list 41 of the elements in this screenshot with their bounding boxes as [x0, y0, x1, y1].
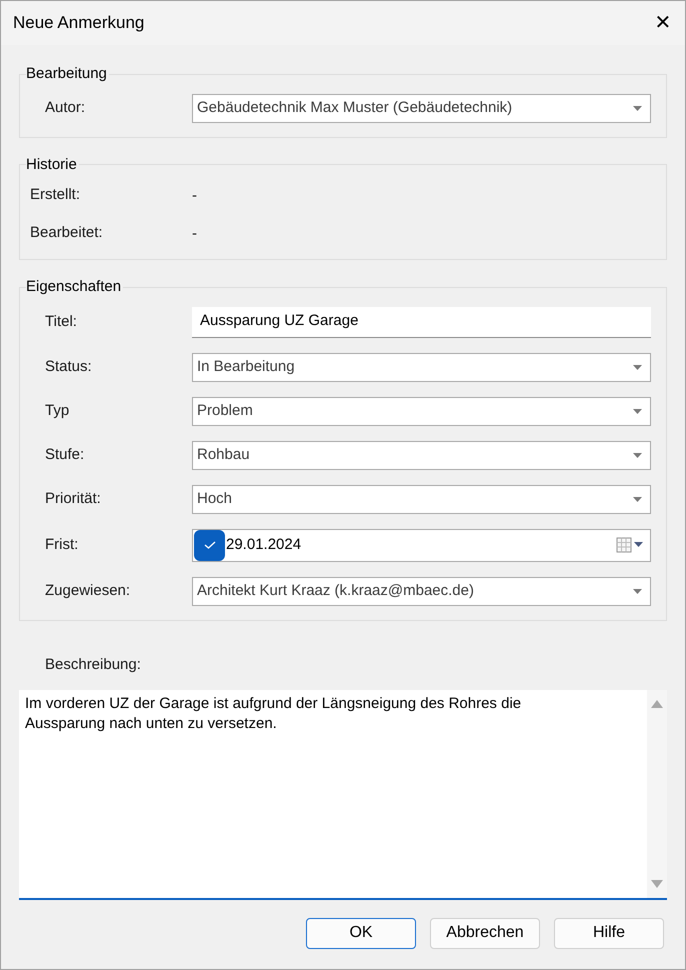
dropdown-caret-icon	[633, 364, 642, 370]
date-picker[interactable]: 29.01.2024	[192, 528, 651, 562]
dropdown-caret-icon	[633, 496, 642, 502]
window-title: Neue Anmerkung	[13, 12, 144, 34]
field-label: Titel:	[45, 312, 78, 332]
field-label: Frist:	[45, 534, 80, 555]
field-label: Status:	[45, 356, 93, 377]
scroll-up-icon[interactable]	[651, 700, 663, 708]
description-text: Aussparung nach unten zu versetzen.	[25, 714, 277, 734]
description-textarea[interactable]: Im vorderen UZ der Garage ist aufgrund der Längsneigung des Rohres die Aussparung nach unten zu versetzen.	[19, 690, 667, 900]
field-label: Stufe:	[45, 444, 86, 465]
dialog-button[interactable]: Abbrechen	[430, 918, 540, 948]
dropdown-caret-icon	[633, 588, 642, 594]
field-value: -	[192, 224, 197, 244]
dropdown-caret-icon	[633, 106, 642, 110]
dialog-button[interactable]: OK	[306, 918, 416, 948]
field-label: Autor:	[45, 98, 86, 118]
scroll-down-icon[interactable]	[651, 880, 663, 888]
title-input[interactable]: Aussparung UZ Garage	[192, 306, 651, 338]
description-label: Beschreibung:	[45, 654, 142, 674]
field-label: Typ	[45, 400, 70, 421]
dropdown-caret-icon	[633, 408, 642, 414]
dropdown[interactable]: In Bearbeitung	[192, 352, 651, 382]
dropdown[interactable]: Problem	[192, 396, 651, 426]
field-value: -	[192, 186, 197, 206]
dropdown-caret-icon	[633, 452, 642, 458]
dropdown[interactable]: Architekt Kurt Kraaz (k.kraaz@mbaec.de)	[192, 576, 651, 606]
field-label: Zugewiesen:	[45, 580, 132, 601]
dropdown[interactable]: Rohbau	[192, 440, 651, 470]
field-label: Bearbeitet:	[30, 223, 104, 244]
checkmark-icon	[204, 541, 216, 549]
close-button[interactable]: ✕	[641, 1, 685, 45]
scrollbar[interactable]	[647, 690, 667, 898]
field-label: Priorität:	[45, 488, 102, 509]
description-text: Im vorderen UZ der Garage ist aufgrund der Längsneigung des Rohres die	[25, 694, 522, 714]
calendar-dropdown-icon[interactable]	[616, 537, 644, 553]
dropdown[interactable]: Gebäudetechnik Max Muster (Gebäudetechnik)	[192, 94, 651, 122]
dropdown[interactable]: Hoch	[192, 484, 651, 514]
dialog-button[interactable]: Hilfe	[554, 918, 664, 948]
checkbox[interactable]	[194, 530, 225, 560]
field-label: Erstellt:	[30, 185, 82, 206]
